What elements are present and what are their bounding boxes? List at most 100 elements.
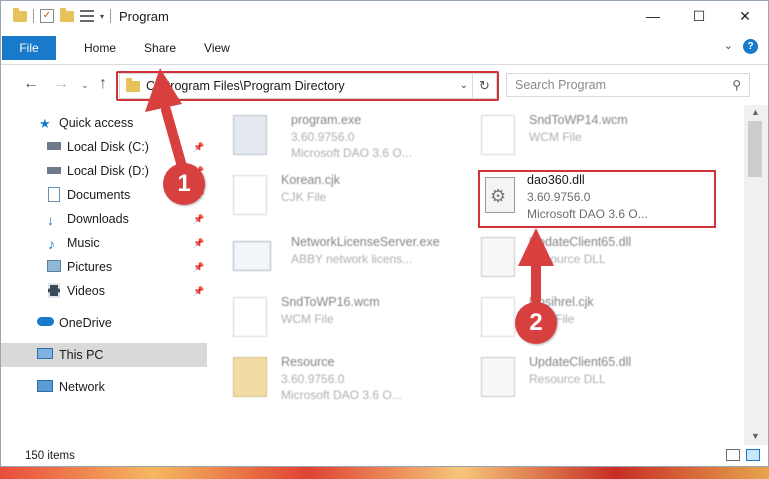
- expand-ribbon-chevron-icon[interactable]: ⌄: [724, 39, 733, 54]
- sidebar-item-label: Music: [67, 236, 100, 250]
- pin-icon[interactable]: 📌: [193, 214, 204, 225]
- details-view-icon[interactable]: [726, 449, 740, 461]
- help-icon[interactable]: ?: [743, 39, 758, 54]
- sidebar-item-label: Pictures: [67, 260, 113, 274]
- scroll-up-arrow-icon[interactable]: ▲: [751, 107, 760, 117]
- sidebar-item-onedrive[interactable]: OneDrive: [1, 311, 207, 335]
- forward-arrow-icon[interactable]: →: [53, 75, 69, 93]
- sidebar-item-label: Quick access: [59, 116, 134, 130]
- dll-icon: ⚙: [485, 177, 515, 213]
- sidebar-item-label: Videos: [67, 284, 105, 298]
- item-count: 150 items: [25, 450, 75, 462]
- title-bar: ✓ ▾ Program — ☐ ✕: [1, 1, 768, 31]
- file-type: 3.60.9756.0: [527, 190, 591, 204]
- list-item[interactable]: UpdateClient65.dll Resource DLL: [459, 227, 699, 287]
- sidebar-item-label: OneDrive: [59, 316, 112, 330]
- customize-toolbar-chevron-icon[interactable]: ▾: [100, 12, 104, 21]
- cloud-icon: [37, 317, 54, 326]
- list-item[interactable]: Unsihrel.cjk CJK File: [459, 287, 699, 347]
- list-item[interactable]: NetworkLicenseServer.exe ABBY network li…: [211, 227, 451, 287]
- file-name: Resource: [281, 355, 335, 369]
- tab-view[interactable]: View: [204, 41, 230, 55]
- file-type: 3.60.9756.0: [281, 372, 345, 386]
- scroll-thumb[interactable]: [748, 121, 762, 177]
- up-arrow-icon[interactable]: ↑: [99, 75, 107, 93]
- tab-home[interactable]: Home: [84, 41, 116, 55]
- drive-icon: [47, 167, 61, 174]
- pin-icon[interactable]: 📌: [193, 262, 204, 273]
- recent-locations-chevron-icon[interactable]: ⌄: [81, 80, 89, 91]
- properties-icon[interactable]: [80, 10, 94, 22]
- search-icon[interactable]: ⚲: [732, 78, 741, 92]
- toolbar-divider: [110, 9, 112, 23]
- sidebar-item-videos[interactable]: Videos 📌: [1, 279, 207, 303]
- star-icon: ★: [39, 116, 51, 131]
- explorer-window: ✓ ▾ Program — ☐ ✕ File Home Share View ⌄…: [0, 0, 769, 467]
- sidebar-item-quick-access[interactable]: ★ Quick access: [1, 111, 207, 135]
- desktop-background: [0, 467, 769, 479]
- folder-icon[interactable]: [13, 7, 27, 22]
- back-arrow-icon[interactable]: ←: [23, 75, 39, 93]
- file-name: UpdateClient65.dll: [529, 355, 632, 369]
- sidebar-item-network[interactable]: Network: [1, 375, 207, 399]
- archive-icon: [233, 357, 267, 397]
- drive-icon: [47, 142, 61, 150]
- large-icons-view-icon[interactable]: [746, 449, 760, 461]
- list-item[interactable]: SndToWP16.wcm WCM File: [211, 287, 451, 347]
- address-bar[interactable]: C:\Program Files\Program Directory ⌄ ↻: [119, 73, 497, 99]
- file-type: CJK File: [281, 190, 327, 204]
- exe-icon: [233, 115, 267, 155]
- sidebar-item-downloads[interactable]: ↓ Downloads 📌: [1, 207, 207, 231]
- app-window-icon: [233, 241, 271, 271]
- file-name: SndToWP14.wcm: [529, 113, 628, 127]
- search-placeholder: Search Program: [515, 78, 607, 92]
- list-item[interactable]: program.exe 3.60.9756.0 Microsoft DAO 3.…: [211, 105, 451, 165]
- vertical-scrollbar[interactable]: ▲ ▼: [744, 105, 768, 445]
- properties-check-icon[interactable]: ✓: [40, 9, 54, 23]
- pin-icon[interactable]: 📌: [193, 142, 204, 153]
- minimize-button[interactable]: —: [630, 1, 676, 31]
- sidebar-item-music[interactable]: ♪ Music 📌: [1, 231, 207, 255]
- file-name: dao360.dll: [527, 173, 585, 187]
- navigation-pane: ★ Quick access Local Disk (C:) 📌 Local D…: [1, 105, 211, 445]
- address-history-chevron-icon[interactable]: ⌄: [460, 80, 468, 91]
- gear-icon: ⚙: [490, 186, 507, 206]
- monitor-icon: [37, 348, 53, 359]
- download-icon: ↓: [47, 212, 54, 228]
- quick-access-toolbar: ✓ ▾: [1, 7, 112, 23]
- sidebar-item-label: Local Disk (D:): [67, 164, 149, 178]
- list-item[interactable]: Resource 3.60.9756.0 Microsoft DAO 3.6 O…: [211, 347, 451, 407]
- address-path[interactable]: C:\Program Files\Program Directory: [146, 79, 345, 93]
- pin-icon[interactable]: 📌: [193, 286, 204, 297]
- maximize-button[interactable]: ☐: [676, 1, 722, 31]
- file-name: program.exe: [291, 113, 362, 127]
- sidebar-item-this-pc[interactable]: This PC: [1, 343, 207, 367]
- tab-file[interactable]: File: [2, 35, 56, 60]
- window-title: Program: [119, 8, 169, 24]
- tab-share[interactable]: Share: [144, 41, 176, 55]
- dll-icon: [481, 357, 515, 397]
- view-toggle: [726, 449, 760, 461]
- sidebar-item-local-disk-c[interactable]: Local Disk (C:) 📌: [1, 135, 207, 159]
- pictures-icon: [47, 260, 61, 272]
- blank-file-icon: [233, 175, 267, 215]
- file-type: Resource DLL: [529, 372, 606, 386]
- list-item-dao360-dll[interactable]: ⚙ dao360.dll 3.60.9756.0 Microsoft DAO 3…: [473, 167, 713, 227]
- videos-icon: [48, 283, 60, 298]
- list-item[interactable]: Korean.cjk CJK File: [211, 165, 451, 225]
- refresh-icon[interactable]: ↻: [472, 74, 496, 98]
- document-icon: [48, 187, 60, 202]
- close-button[interactable]: ✕: [722, 1, 768, 31]
- sidebar-item-label: Network: [59, 380, 105, 394]
- scroll-down-arrow-icon[interactable]: ▼: [751, 431, 760, 441]
- pin-icon[interactable]: 📌: [193, 238, 204, 249]
- file-type: 3.60.9756.0: [291, 130, 355, 144]
- sidebar-item-label: Local Disk (C:): [67, 140, 149, 154]
- blank-file-icon: [481, 115, 515, 155]
- list-item[interactable]: UpdateClient65.dll Resource DLL: [459, 347, 699, 407]
- search-input[interactable]: Search Program ⚲: [506, 73, 750, 97]
- sidebar-item-label: This PC: [59, 348, 104, 362]
- list-item[interactable]: SndToWP14.wcm WCM File: [459, 105, 699, 165]
- new-folder-icon[interactable]: [60, 7, 74, 22]
- sidebar-item-pictures[interactable]: Pictures 📌: [1, 255, 207, 279]
